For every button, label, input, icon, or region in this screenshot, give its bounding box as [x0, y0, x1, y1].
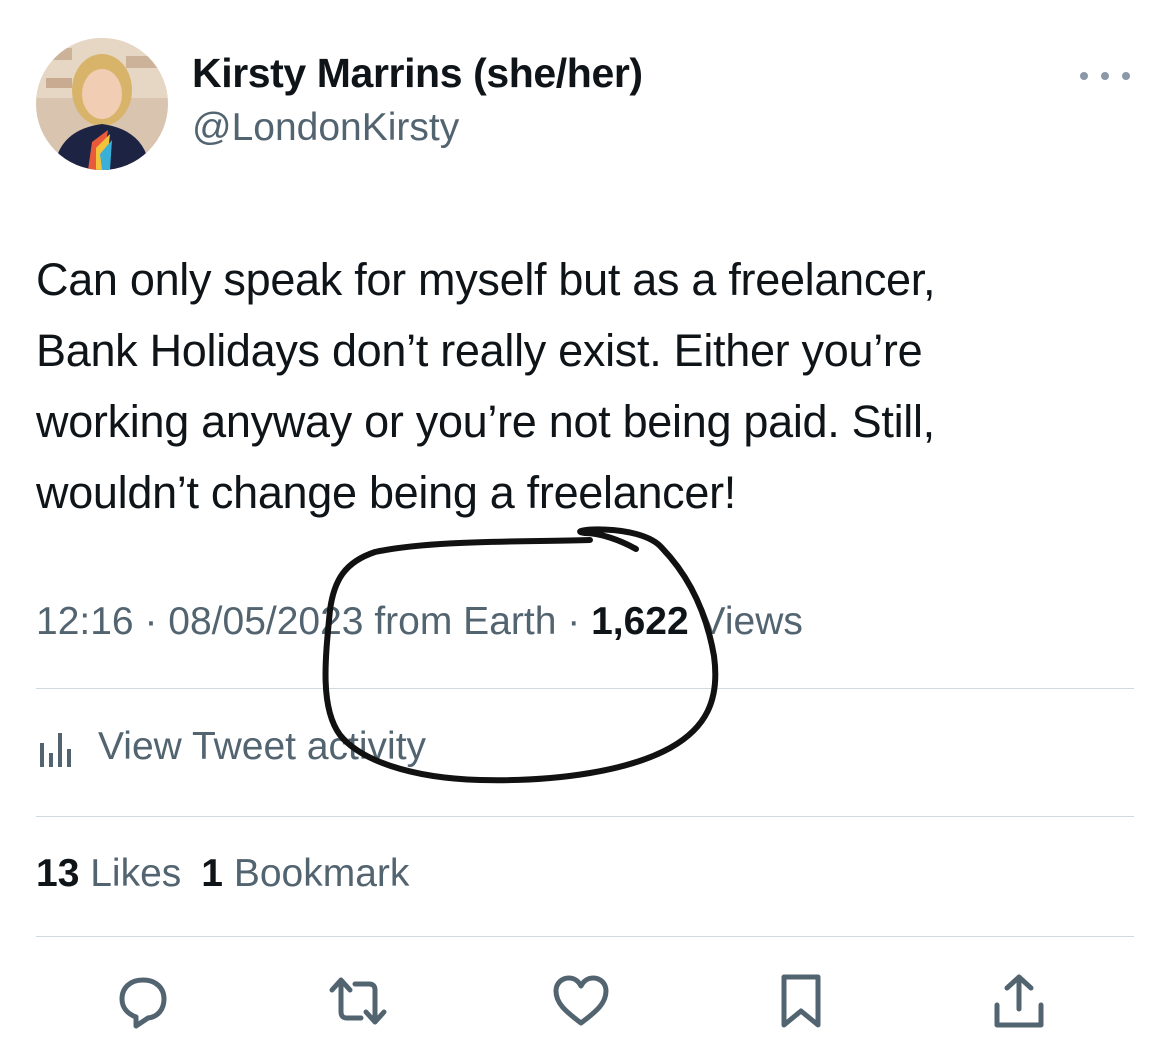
- author-handle[interactable]: @LondonKirsty: [192, 106, 459, 150]
- tweet-time[interactable]: 12:16: [36, 600, 134, 643]
- meta-separator: ·: [144, 600, 158, 643]
- likes-label: Likes: [90, 852, 182, 895]
- tweet-source: from Earth: [374, 600, 557, 643]
- tweet-stats: 13 Likes 1 Bookmark: [36, 852, 409, 896]
- tweet-text-line: Bank Holidays don’t really exist. Either…: [36, 325, 923, 376]
- tweet-meta: 12:16 · 08/05/2023 from Earth · 1,622 Vi…: [36, 600, 803, 644]
- bookmarks-stat[interactable]: 1 Bookmark: [201, 852, 409, 895]
- more-dot: [1080, 72, 1088, 80]
- share-icon: [994, 974, 1044, 1028]
- more-dot: [1122, 72, 1130, 80]
- divider: [36, 688, 1134, 689]
- bookmark-button[interactable]: [768, 968, 834, 1034]
- bookmarks-count: 1: [201, 852, 223, 895]
- tweet-text-line: Can only speak for myself but as a freel…: [36, 254, 936, 305]
- likes-count: 13: [36, 852, 80, 895]
- reply-button[interactable]: [110, 968, 176, 1034]
- tweet-text-line: working anyway or you’re not being paid.…: [36, 396, 935, 447]
- divider: [36, 936, 1134, 937]
- author-display-name[interactable]: Kirsty Marrins (she/her): [192, 50, 643, 97]
- retweet-button[interactable]: [325, 968, 391, 1034]
- reply-icon: [119, 977, 167, 1029]
- like-button[interactable]: [548, 968, 614, 1034]
- likes-stat[interactable]: 13 Likes: [36, 852, 181, 895]
- share-button[interactable]: [986, 968, 1052, 1034]
- hand-drawn-circle-annotation: [322, 526, 719, 784]
- more-options-icon[interactable]: [1080, 62, 1130, 90]
- bookmark-icon: [781, 974, 821, 1028]
- meta-separator: ·: [567, 600, 581, 643]
- views-label: Views: [699, 600, 803, 643]
- views-count: 1,622: [591, 600, 689, 643]
- avatar[interactable]: [36, 38, 168, 170]
- avatar-photo: [36, 38, 168, 170]
- tweet-text-line: wouldn’t change being a freelancer!: [36, 467, 736, 518]
- view-tweet-activity-label: View Tweet activity: [98, 725, 427, 768]
- retweet-icon: [329, 977, 387, 1025]
- bar-chart-icon: [40, 733, 71, 767]
- more-dot: [1101, 72, 1109, 80]
- bookmarks-label: Bookmark: [233, 852, 410, 895]
- heart-icon: [553, 975, 609, 1026]
- view-tweet-activity-link[interactable]: View Tweet activity: [36, 722, 426, 772]
- tweet-date[interactable]: 08/05/2023: [168, 600, 363, 643]
- tweet-text: Can only speak for myself but as a freel…: [36, 244, 1136, 528]
- divider: [36, 816, 1134, 817]
